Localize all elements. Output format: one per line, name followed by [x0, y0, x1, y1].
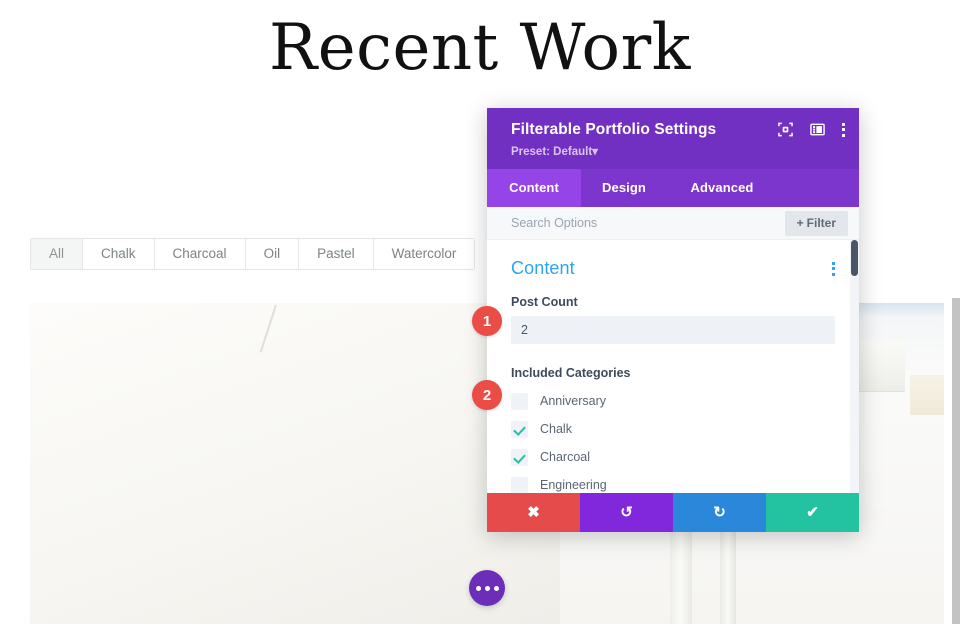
close-icon: ✖ [527, 504, 540, 521]
discard-button[interactable]: ✖ [487, 493, 580, 532]
screen: Recent Work All Chalk Charcoal Oil Paste… [0, 0, 960, 624]
callout-badge-1: 1 [472, 306, 502, 336]
tab-design[interactable]: Design [581, 169, 667, 207]
page-scrollbar[interactable] [952, 298, 960, 624]
category-row-charcoal[interactable]: Charcoal [511, 443, 835, 471]
included-categories-list: Anniversary Chalk Charcoal Engineering [511, 387, 835, 493]
category-label: Charcoal [540, 450, 591, 464]
tab-advanced[interactable]: Advanced [667, 169, 777, 207]
section-title: Content [511, 258, 575, 278]
layout-panel-icon[interactable] [810, 122, 825, 137]
content-section-header: Content [511, 258, 835, 279]
filterable-portfolio-settings-modal: Filterable Portfolio Settings Preset: De… [487, 108, 859, 532]
menu-dot-1 [842, 122, 845, 126]
page-title: Recent Work [269, 11, 691, 85]
checkbox-engineering[interactable] [511, 476, 528, 493]
modal-header: Filterable Portfolio Settings Preset: De… [487, 108, 859, 169]
portfolio-filter-watercolor[interactable]: Watercolor [373, 239, 475, 269]
category-label: Chalk [540, 422, 572, 436]
tab-content[interactable]: Content [487, 169, 581, 207]
overflow-menu-icon[interactable] [842, 122, 845, 137]
check-icon: ✔ [806, 504, 819, 521]
dot-3 [493, 585, 499, 591]
undo-button[interactable]: ↺ [580, 493, 673, 532]
category-label: Anniversary [540, 394, 606, 408]
plus-icon: + [796, 216, 804, 230]
dot-2 [484, 585, 490, 591]
preset-label: Preset: Default [511, 146, 593, 158]
redo-icon: ↻ [713, 504, 726, 521]
modal-tab-bar[interactable]: Content Design Advanced [487, 169, 859, 207]
focus-target-icon[interactable] [778, 122, 793, 137]
portfolio-filter-tabs[interactable]: All Chalk Charcoal Oil Pastel Watercolor [30, 238, 476, 270]
category-label: Engineering [540, 478, 607, 492]
redo-button[interactable]: ↻ [673, 493, 766, 532]
category-row-chalk[interactable]: Chalk [511, 415, 835, 443]
chevron-down-icon: ▾ [592, 146, 598, 158]
search-options-bar: Search Options + Filter [487, 207, 859, 240]
undo-icon: ↺ [620, 504, 633, 521]
dot-1 [475, 585, 481, 591]
filter-button-label: Filter [806, 216, 836, 230]
portfolio-filter-all[interactable]: All [31, 239, 84, 269]
section-menu-dot-1 [832, 261, 835, 265]
post-count-label: Post Count [511, 295, 578, 309]
section-menu-dot-3 [832, 272, 835, 276]
menu-dot-2 [842, 128, 845, 131]
ellipsis-horizontal-icon[interactable] [469, 570, 505, 606]
add-filter-button[interactable]: + Filter [784, 211, 848, 236]
included-categories-label: Included Categories [511, 366, 631, 380]
modal-scrollbar-thumb[interactable] [851, 240, 858, 276]
modal-header-icons [778, 122, 845, 137]
preset-selector[interactable]: Preset: Default▾ [511, 145, 845, 159]
modal-scrollbar-track[interactable] [850, 240, 859, 493]
category-row-anniversary[interactable]: Anniversary [511, 387, 835, 415]
modal-body: Content Post Count Included Categories A… [487, 240, 859, 493]
portfolio-filter-charcoal[interactable]: Charcoal [154, 239, 246, 269]
section-menu-dot-2 [832, 267, 835, 270]
checkbox-anniversary[interactable] [511, 392, 528, 410]
post-count-input[interactable] [511, 316, 835, 344]
checkbox-chalk[interactable] [511, 420, 528, 438]
section-overflow-menu-icon[interactable] [832, 261, 835, 276]
portfolio-filter-chalk[interactable]: Chalk [83, 239, 155, 269]
category-row-engineering[interactable]: Engineering [511, 471, 835, 493]
save-button[interactable]: ✔ [766, 493, 859, 532]
photo-warm-patch [910, 375, 944, 415]
portfolio-filter-pastel[interactable]: Pastel [299, 239, 374, 269]
checkbox-charcoal[interactable] [511, 448, 528, 466]
menu-dot-3 [842, 133, 845, 137]
modal-footer-actions: ✖ ↺ ↻ ✔ [487, 493, 859, 532]
callout-badge-2: 2 [472, 380, 502, 410]
portfolio-filter-oil[interactable]: Oil [245, 239, 300, 269]
